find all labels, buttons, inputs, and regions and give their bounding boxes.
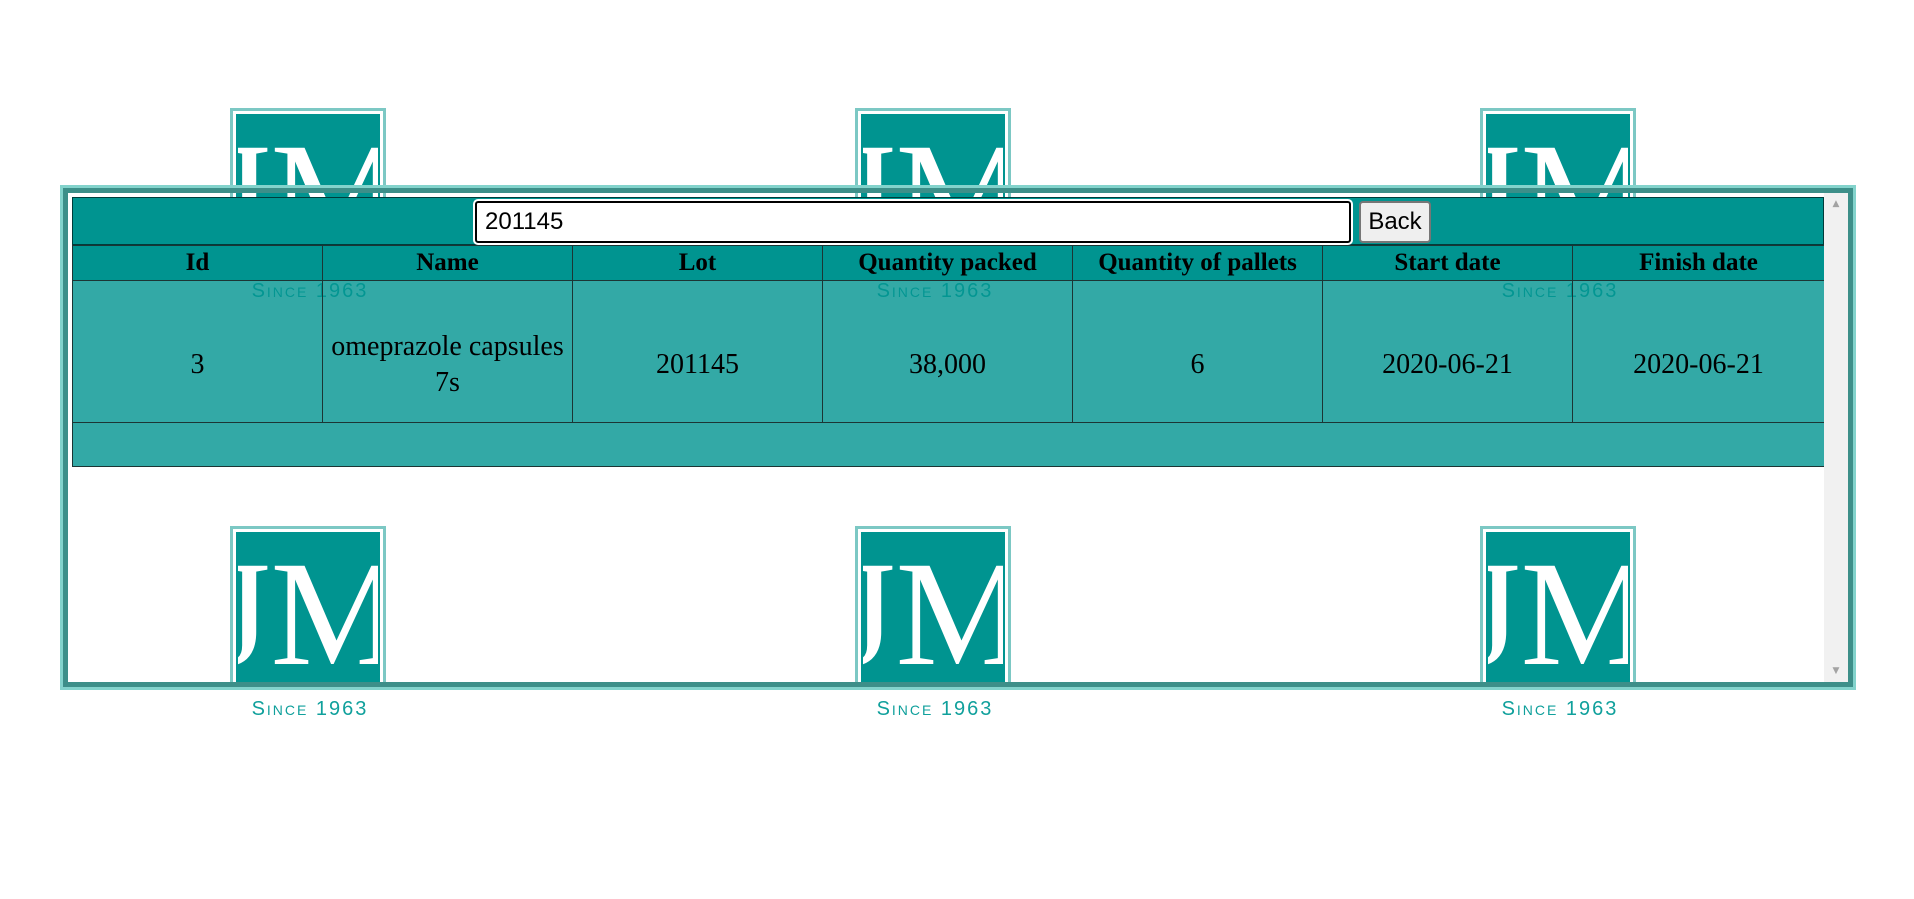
cell-quantity-packed: 38,000 [822,280,1073,423]
table-footer-cell [72,422,1825,467]
back-button[interactable]: Back [1359,201,1431,243]
since-1963-tagline: Since 1963 [1501,698,1619,720]
since-1963-tagline: Since 1963 [876,698,994,720]
since-1963-tagline: Since 1963 [251,698,369,720]
search-bar: Back [72,197,1824,245]
cell-lot: 201145 [572,280,823,423]
results-panel: Back Id Name Lot Quantity packed Quantit… [60,185,1856,690]
column-header-name: Name [322,245,573,281]
column-header-start-date: Start date [1322,245,1573,281]
lot-search-input[interactable] [473,199,1353,245]
column-header-lot: Lot [572,245,823,281]
column-header-quantity-pallets: Quantity of pallets [1072,245,1323,281]
table-row[interactable]: 3 omeprazole capsules 7s 201145 38,000 6… [72,280,1825,423]
column-header-id: Id [72,245,323,281]
cell-name: omeprazole capsules 7s [322,280,573,423]
cell-start-date: 2020-06-21 [1322,280,1573,423]
column-header-finish-date: Finish date [1572,245,1825,281]
scroll-up-arrow-icon[interactable]: ▲ [1824,195,1848,213]
cell-id: 3 [72,280,323,423]
cell-finish-date: 2020-06-21 [1572,280,1825,423]
results-table: Id Name Lot Quantity packed Quantity of … [72,245,1825,467]
table-header-row: Id Name Lot Quantity packed Quantity of … [72,245,1825,281]
table-footer-row [72,422,1825,467]
results-scroll-area[interactable]: Back Id Name Lot Quantity packed Quantit… [72,197,1825,680]
cell-quantity-pallets: 6 [1072,280,1323,423]
column-header-quantity-packed: Quantity packed [822,245,1073,281]
scroll-down-arrow-icon[interactable]: ▼ [1824,662,1848,680]
vertical-scrollbar[interactable]: ▲ ▼ [1824,193,1848,682]
